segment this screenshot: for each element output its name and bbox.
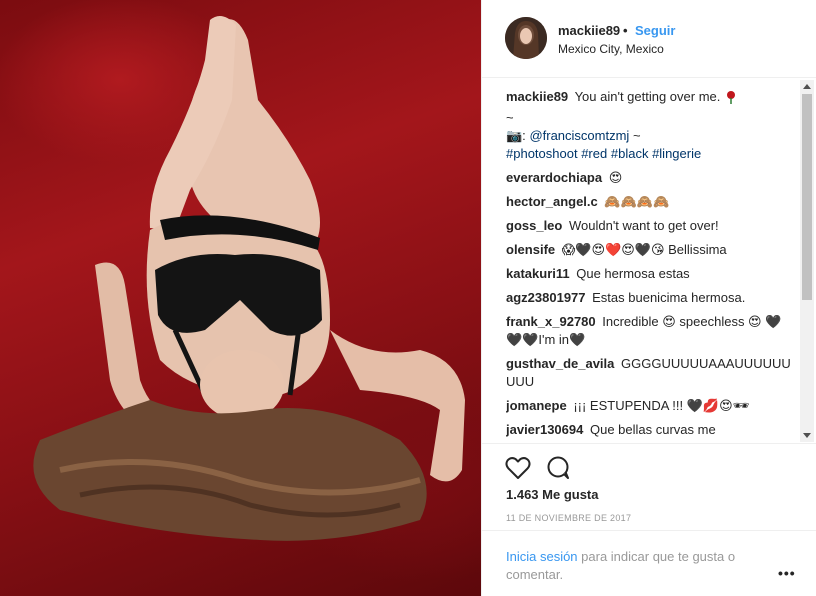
comment-bubble-icon[interactable] [546,456,572,483]
comment-username[interactable]: olensife [506,242,555,257]
comment-item: agz23801977 Estas buenicima hermosa. [506,289,796,307]
post-username[interactable]: mackiie89 [558,23,620,38]
comment-text: 😱🖤😍❤️😍🖤😘 Bellissima [561,242,727,257]
hashtag-link[interactable]: #black [611,146,649,161]
post-detail-panel: mackiie89 • Seguir Mexico City, Mexico m… [481,0,816,596]
avatar-image [505,17,547,59]
post-actions [482,443,816,479]
post-header: mackiie89 • Seguir Mexico City, Mexico [482,0,816,78]
comment-username[interactable]: katakuri11 [506,266,570,281]
login-bar [482,530,816,531]
more-options-icon[interactable]: ••• [778,565,796,581]
comment-username[interactable]: everardochiapa [506,170,602,185]
comment-item: katakuri11 Que hermosa estas [506,265,796,283]
comment-text: 🙈🙈🙈🙈 [604,194,670,209]
caption-line3-suffix: ~ [632,128,641,143]
mention-link[interactable]: @franciscomtzmj [529,128,629,143]
photo-illustration [33,16,465,541]
comment-username[interactable]: frank_x_92780 [506,314,596,329]
hashtag-link[interactable]: #lingerie [652,146,701,161]
avatar[interactable] [505,17,547,59]
comment-username[interactable]: agz23801977 [506,290,586,305]
scroll-up-arrow-icon[interactable] [803,84,811,89]
login-prompt: Inicia sesión para indicar que te gusta … [506,548,766,584]
comment-text: Estas buenicima hermosa. [592,290,746,305]
comments-list[interactable]: mackiie89 You ain't getting over me. ~ 📷… [506,88,796,444]
comment-text: Wouldn't want to get over! [568,218,719,233]
comment-item: everardochiapa 😍 [506,169,796,187]
comment-username[interactable]: hector_angel.c [506,194,598,209]
comment-username[interactable]: gusthav_de_avila [506,356,614,371]
comment-text: 😍 [608,170,623,185]
hashtag-link[interactable]: #red [581,146,607,161]
hashtag-link[interactable]: #photoshoot [506,146,578,161]
comment-item: frank_x_92780 Incredible 😍 speechless 😍 … [506,313,796,349]
comments-scrollbar[interactable] [800,80,814,442]
post-date: 11 DE NOVIEMBRE DE 2017 [506,513,632,523]
post-photo[interactable] [0,0,481,596]
comment-text: Que bellas curvas me [589,422,716,437]
scrollbar-thumb[interactable] [802,94,812,300]
likes-count[interactable]: 1.463 Me gusta [506,487,599,502]
rose-icon [724,90,738,109]
comment-text: Que hermosa estas [576,266,690,281]
caption-camera: 📷: [506,128,526,143]
login-link[interactable]: Inicia sesión [506,549,578,564]
comment-username[interactable]: javier130694 [506,422,583,437]
scroll-down-arrow-icon[interactable] [803,433,811,438]
comment-item: goss_leo Wouldn't want to get over! [506,217,796,235]
caption-line2: ~ [506,110,514,125]
comment-username[interactable]: goss_leo [506,218,562,233]
comment-text: ¡¡¡ ESTUPENDA !!! 🖤💋😍🕶 [573,398,750,413]
heart-outline-icon[interactable] [505,456,531,483]
comment-item: gusthav_de_avila GGGGUUUUUAAAUUUUUUUUU [506,355,796,391]
comment-item: olensife 😱🖤😍❤️😍🖤😘 Bellissima [506,241,796,259]
comment-username[interactable]: jomanepe [506,398,567,413]
caption: mackiie89 You ain't getting over me. ~ 📷… [506,88,796,163]
separator-dot: • [623,23,628,38]
caption-username[interactable]: mackiie89 [506,89,568,104]
comment-item: jomanepe ¡¡¡ ESTUPENDA !!! 🖤💋😍🕶 [506,397,796,415]
follow-button[interactable]: Seguir [635,23,675,38]
comment-item: hector_angel.c 🙈🙈🙈🙈 [506,193,796,211]
caption-text: You ain't getting over me. [574,89,721,104]
post-location[interactable]: Mexico City, Mexico [558,42,664,56]
comment-item: javier130694 Que bellas curvas me [506,421,796,439]
